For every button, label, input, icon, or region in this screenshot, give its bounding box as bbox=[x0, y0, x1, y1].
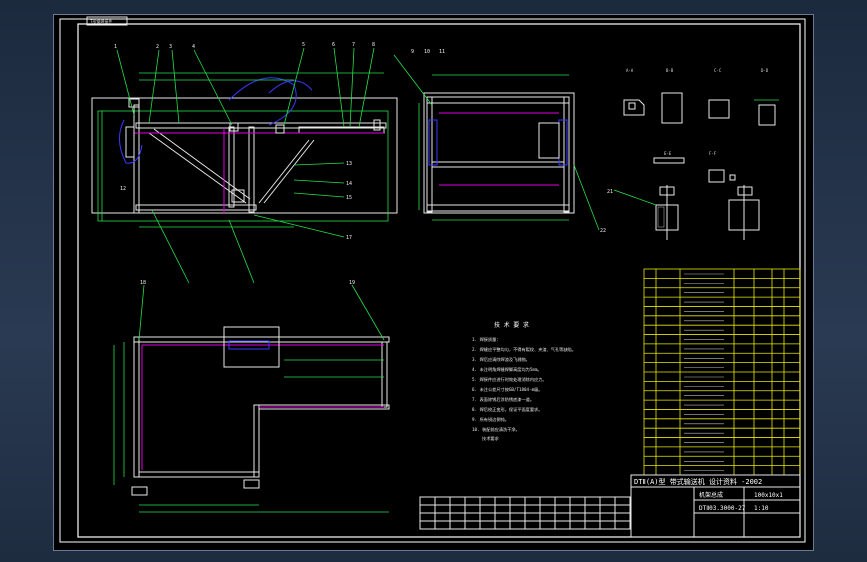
svg-text:7: 7 bbox=[352, 42, 355, 48]
svg-text:11: 11 bbox=[439, 49, 445, 55]
svg-text:E-E: E-E bbox=[664, 151, 672, 156]
top-tag-text: T形钢焊接件 bbox=[90, 18, 112, 24]
svg-text:5: 5 bbox=[302, 42, 305, 48]
svg-text:6: 6 bbox=[332, 42, 335, 48]
side-view: 9 10 11 22 bbox=[393, 49, 606, 234]
svg-text:10: 10 bbox=[424, 49, 430, 55]
company-line: DTⅡ(A)型 带式输送机 设计资料 -2002 bbox=[634, 477, 762, 486]
svg-text:18: 18 bbox=[140, 280, 146, 286]
revision-grid bbox=[419, 496, 631, 530]
svg-text:22: 22 bbox=[600, 228, 606, 234]
svg-text:15: 15 bbox=[346, 195, 352, 201]
cad-viewport[interactable]: T形钢焊接件 1 2 3 4 5 6 7 8 13 14 15 17 12 9 … bbox=[53, 14, 814, 551]
plan-view: 18 19 bbox=[113, 280, 390, 513]
svg-text:3: 3 bbox=[169, 44, 172, 50]
svg-text:5. 焊接件应进行时效处理消除内应力。: 5. 焊接件应进行时效处理消除内应力。 bbox=[472, 376, 547, 383]
svg-text:10. 装配前应清洗干净。: 10. 装配前应清洗干净。 bbox=[472, 426, 520, 433]
svg-text:8. 焊后校正变形，保证平面度要求。: 8. 焊后校正变形，保证平面度要求。 bbox=[472, 406, 542, 413]
svg-text:14: 14 bbox=[346, 181, 352, 187]
svg-text:21: 21 bbox=[607, 189, 613, 195]
scale: 1:10 bbox=[754, 505, 769, 512]
svg-text:F-F: F-F bbox=[709, 151, 717, 156]
svg-text:C-C: C-C bbox=[714, 68, 722, 73]
notes-title: 技 术 要 求 bbox=[494, 321, 529, 329]
svg-text:13: 13 bbox=[346, 161, 352, 167]
svg-text:B-B: B-B bbox=[666, 68, 674, 73]
drawing-number: DTⅡ03.3000-27 bbox=[699, 505, 746, 512]
svg-text:9: 9 bbox=[411, 49, 414, 55]
svg-text:6. 未注公差尺寸按GB/T1804-m级。: 6. 未注公差尺寸按GB/T1804-m级。 bbox=[472, 386, 542, 393]
svg-text:17: 17 bbox=[346, 235, 352, 241]
inner-frame bbox=[77, 23, 801, 538]
svg-text:4: 4 bbox=[192, 44, 195, 50]
svg-text:9. 所有锐边倒钝。: 9. 所有锐边倒钝。 bbox=[472, 416, 509, 423]
svg-text:A-A: A-A bbox=[626, 68, 634, 73]
part-name: 机架总成 bbox=[699, 491, 723, 499]
svg-text:12: 12 bbox=[120, 186, 126, 192]
drawing-canvas: T形钢焊接件 1 2 3 4 5 6 7 8 13 14 15 17 12 9 … bbox=[59, 16, 806, 543]
svg-text:3. 焊后应清除焊渣及飞溅物。: 3. 焊后应清除焊渣及飞溅物。 bbox=[472, 356, 530, 363]
svg-text:19: 19 bbox=[349, 280, 355, 286]
svg-text:4. 未注明角焊缝焊脚高度均为5mm。: 4. 未注明角焊缝焊脚高度均为5mm。 bbox=[472, 366, 542, 373]
svg-text:技术要求: 技术要求 bbox=[482, 435, 500, 442]
svg-text:7. 表面除锈后涂防锈底漆一道。: 7. 表面除锈后涂防锈底漆一道。 bbox=[472, 396, 534, 403]
technical-notes: 技 术 要 求 1. 焊接质量： 2. 焊缝应平整均匀，不得有裂纹、夹渣、气孔等… bbox=[472, 321, 576, 442]
svg-text:2. 焊缝应平整均匀，不得有裂纹、夹渣、气孔等缺陷。: 2. 焊缝应平整均匀，不得有裂纹、夹渣、气孔等缺陷。 bbox=[472, 346, 576, 353]
main-elevation-view: 1 2 3 4 5 6 7 8 13 14 15 17 12 bbox=[91, 42, 398, 284]
svg-text:1: 1 bbox=[114, 44, 117, 50]
section-details: A-A B-B C-C D-D E-E F-F 21 bbox=[607, 68, 779, 240]
svg-text:2: 2 bbox=[156, 44, 159, 50]
svg-text:8: 8 bbox=[372, 42, 375, 48]
svg-text:1. 焊接质量：: 1. 焊接质量： bbox=[472, 336, 501, 343]
svg-text:D-D: D-D bbox=[761, 68, 769, 73]
title-block: DTⅡ(A)型 带式输送机 设计资料 -2002 机架总成 100x10x1 D… bbox=[630, 474, 801, 538]
sheet-size: 100x10x1 bbox=[754, 492, 783, 499]
parts-list bbox=[643, 268, 801, 476]
